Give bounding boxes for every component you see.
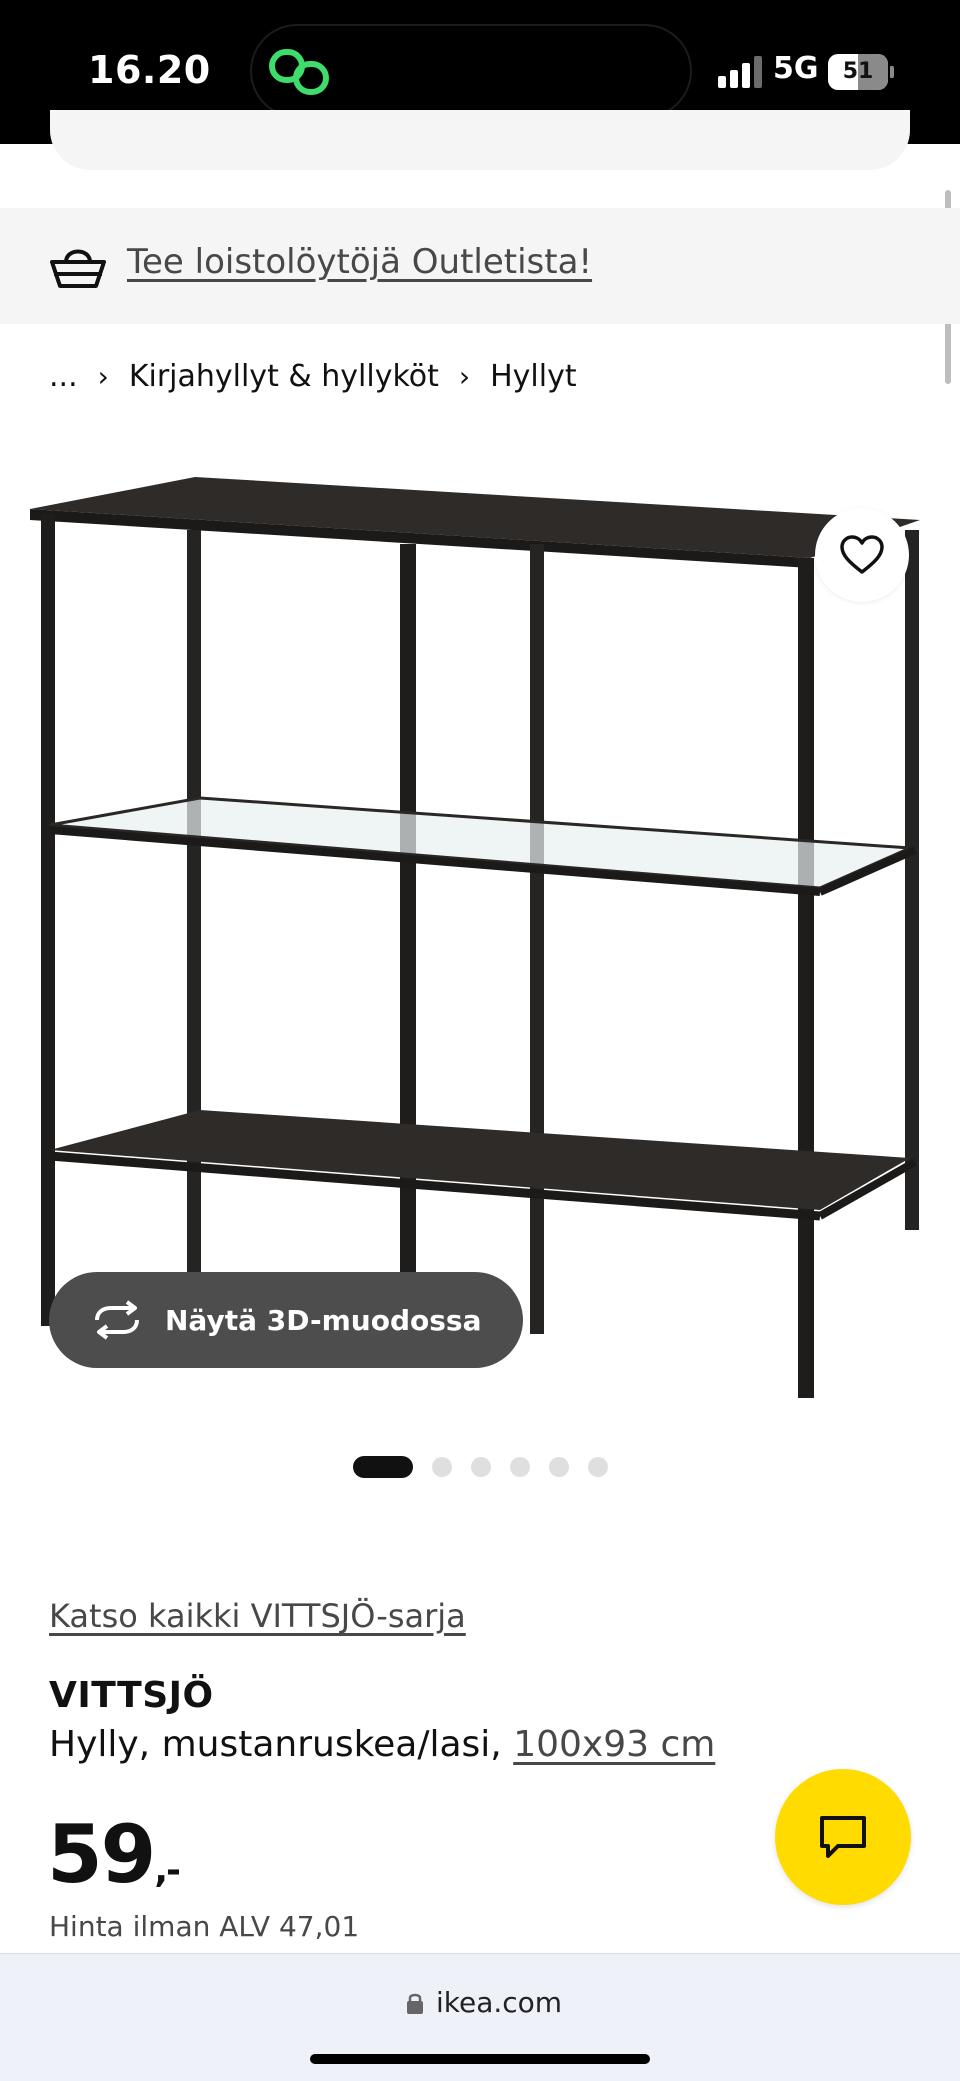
rotate-3d-icon bbox=[95, 1300, 139, 1340]
lock-icon bbox=[407, 1993, 423, 2014]
link-chain-icon bbox=[269, 49, 329, 95]
view-3d-button[interactable]: Näytä 3D-muodossa bbox=[49, 1272, 523, 1368]
chat-bubble-icon bbox=[820, 1816, 866, 1858]
product-description: Hylly, mustanruskea/lasi, 100x93 cm bbox=[49, 1724, 715, 1765]
heart-icon bbox=[840, 535, 884, 574]
series-link[interactable]: Katso kaikki VITTSJÖ-sarja bbox=[49, 1597, 466, 1635]
product-name: VITTSJÖ bbox=[49, 1675, 214, 1716]
signal-strength-icon bbox=[718, 56, 762, 88]
outlet-banner[interactable]: Tee loistolöytöjä Outletista! bbox=[0, 208, 960, 324]
product-type: Hylly, mustanruskea/lasi, bbox=[49, 1724, 514, 1765]
carousel-dot-6[interactable] bbox=[588, 1457, 608, 1477]
carousel-dot-5[interactable] bbox=[549, 1457, 569, 1477]
battery-level: 51 bbox=[842, 59, 874, 84]
chat-button[interactable] bbox=[775, 1769, 911, 1905]
price: 59,- bbox=[47, 1808, 181, 1901]
search-bar-edge[interactable] bbox=[50, 110, 910, 170]
view-3d-label: Näytä 3D-muodossa bbox=[165, 1303, 482, 1337]
price-without-vat: Hinta ilman ALV 47,01 bbox=[49, 1910, 360, 1943]
carousel-dot-1[interactable] bbox=[353, 1456, 413, 1478]
url-domain: ikea.com bbox=[436, 1986, 563, 2019]
carousel-dot-3[interactable] bbox=[471, 1457, 491, 1477]
battery-icon: 51 bbox=[828, 54, 894, 90]
status-time: 16.20 bbox=[88, 48, 211, 92]
outlet-link[interactable]: Tee loistolöytöjä Outletista! bbox=[127, 242, 592, 282]
basket-icon bbox=[50, 249, 106, 288]
browser-url-bar[interactable]: ikea.com bbox=[0, 1953, 960, 2081]
network-type: 5G bbox=[773, 51, 819, 86]
favourite-button[interactable] bbox=[815, 508, 909, 602]
chevron-right-icon: › bbox=[458, 359, 471, 393]
price-suffix: ,- bbox=[154, 1850, 181, 1891]
chevron-right-icon: › bbox=[97, 359, 109, 393]
price-value: 59 bbox=[47, 1808, 156, 1901]
breadcrumb-shelves[interactable]: Hyllyt bbox=[490, 359, 577, 394]
home-indicator[interactable] bbox=[310, 2054, 650, 2064]
size-link[interactable]: 100x93 cm bbox=[513, 1724, 715, 1765]
breadcrumb: ... › Kirjahyllyt & hyllyköt › Hyllyt bbox=[49, 356, 577, 396]
url-display[interactable]: ikea.com bbox=[406, 1986, 562, 2019]
breadcrumb-ellipsis[interactable]: ... bbox=[49, 359, 78, 394]
carousel-dots bbox=[353, 1456, 627, 1478]
carousel-dot-4[interactable] bbox=[510, 1457, 530, 1477]
breadcrumb-bookcases[interactable]: Kirjahyllyt & hyllyköt bbox=[129, 359, 439, 394]
carousel-dot-2[interactable] bbox=[432, 1457, 452, 1477]
